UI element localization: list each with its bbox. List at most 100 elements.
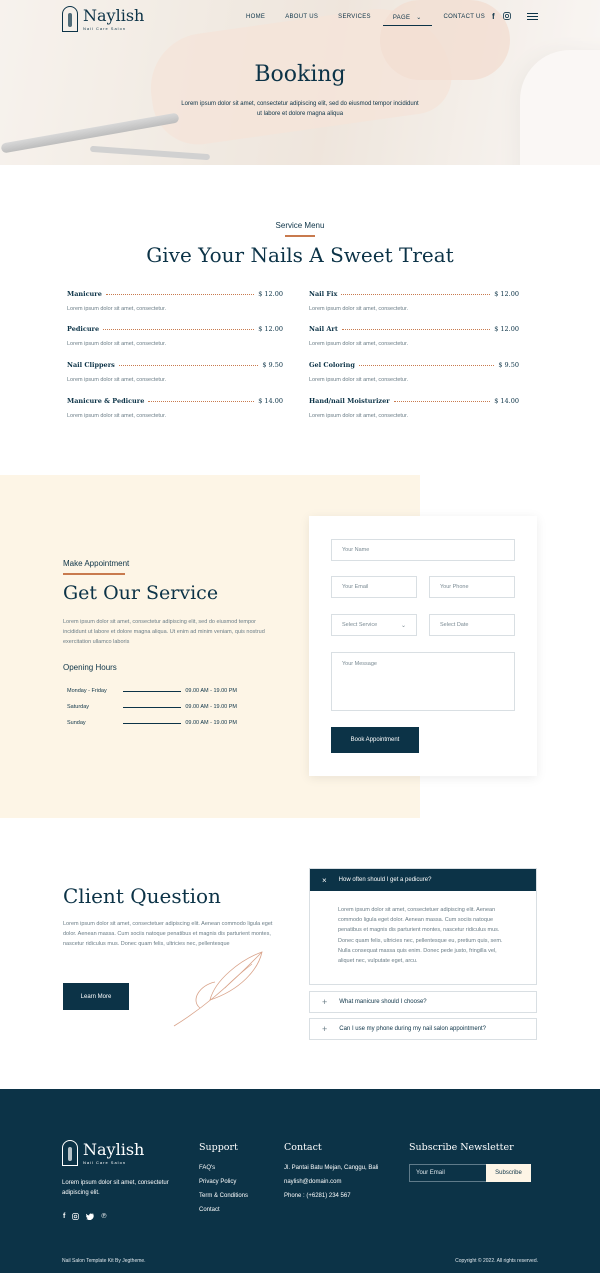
service-item-manicure-pedicure: Manicure & Pedicure $ 14.00 Lorem ipsum d… (67, 397, 283, 419)
nav-page-label: PAGE (392, 15, 411, 21)
footer-credit: Nail Salon Template Kit By Jegtheme. (62, 1258, 146, 1264)
nav-home[interactable]: HOME (246, 14, 265, 26)
service-select-value: Select Service (342, 622, 378, 628)
hours-time: 09.00 AM - 19.00 PM (185, 720, 237, 726)
phone-field[interactable]: Your Phone (429, 576, 515, 598)
service-item-nail-clippers: Nail Clippers $ 9.50 Lorem ipsum dolor si… (67, 361, 283, 383)
faq-title: Client Question (63, 884, 221, 908)
plus-icon: + (322, 1024, 328, 1034)
book-appointment-button[interactable]: Book Appointment (331, 727, 419, 753)
service-price: $ 12.00 (494, 325, 519, 333)
service-price: $ 12.00 (258, 290, 283, 298)
footer-brand-tagline: Nail Care Salon (83, 1159, 127, 1165)
footer-link-contact[interactable]: Contact (199, 1207, 220, 1213)
service-price: $ 14.00 (494, 397, 519, 405)
newsletter-email-input[interactable]: Your Email (409, 1164, 487, 1182)
footer-link-terms[interactable]: Term & Conditions (199, 1193, 248, 1199)
pinterest-icon[interactable]: ℗ (101, 1213, 106, 1222)
faq-item[interactable]: + What manicure should I choose? (309, 991, 537, 1013)
contact-address: Jl. Pantai Batu Mejan, Canggu, Bali (284, 1165, 379, 1171)
footer-social: f ℗ (63, 1213, 107, 1222)
booking-form: Your Name Your Email Your Phone Select S… (309, 516, 537, 776)
service-desc: Lorem ipsum dolor sit amet, consectetur. (67, 341, 167, 347)
newsletter-title: Subscribe Newsletter (409, 1142, 514, 1153)
date-field[interactable]: Select Date (429, 614, 515, 636)
eyebrow-underline (63, 573, 125, 575)
service-desc: Lorem ipsum dolor sit amet, consectetur. (67, 413, 167, 419)
contact-phone[interactable]: Phone : (+6281) 234 567 (284, 1193, 351, 1199)
subscribe-button[interactable]: Subscribe (486, 1164, 531, 1182)
page-title: Booking (254, 62, 346, 87)
nav-services[interactable]: SERVICES (338, 14, 371, 26)
hamburger-menu-icon[interactable] (527, 13, 538, 22)
service-item-manicure: Manicure $ 12.00 Lorem ipsum dolor sit am… (67, 290, 283, 312)
nav-contact-us[interactable]: CONTACT US (444, 14, 485, 26)
name-field[interactable]: Your Name (331, 539, 515, 561)
footer-link-faqs[interactable]: FAQ's (199, 1165, 215, 1171)
footer-link-privacy-policy[interactable]: Privacy Policy (199, 1179, 236, 1185)
footer-brand-name: Naylish (83, 1139, 145, 1159)
hours-row: Saturday 09.00 AM - 19.00 PM (67, 704, 237, 710)
service-name: Nail Fix (309, 290, 338, 298)
faq-question-header[interactable]: × How often should I get a pedicure? (310, 869, 536, 891)
service-price: $ 9.50 (498, 361, 519, 369)
service-desc: Lorem ipsum dolor sit amet, consectetur. (67, 306, 167, 312)
faq-answer: Lorem ipsum dolor sit amet, consectetuer… (338, 907, 503, 965)
hours-row: Sunday 09.00 AM - 19.00 PM (67, 720, 237, 726)
service-price: $ 12.00 (258, 325, 283, 333)
faq-item-open: × How often should I get a pedicure? Lor… (309, 868, 537, 985)
chevron-down-icon: ⌄ (400, 622, 406, 629)
service-name: Nail Art (309, 325, 338, 333)
service-name: Hand/nail Moisturizer (309, 397, 390, 405)
hero-banner: Naylish Nail Care Salon HOME ABOUT US SE… (0, 0, 600, 165)
close-icon: × (322, 875, 327, 885)
facebook-icon[interactable]: f (63, 1213, 65, 1222)
email-field[interactable]: Your Email (331, 576, 417, 598)
faq-item[interactable]: + Can I use my phone during my nail salo… (309, 1018, 537, 1040)
service-name: Nail Clippers (67, 361, 115, 369)
appointment-title: Get Our Service (63, 582, 219, 604)
logo-icon (62, 1140, 78, 1166)
service-desc: Lorem ipsum dolor sit amet, consectetur. (309, 341, 409, 347)
service-select[interactable]: Select Service ⌄ (331, 614, 417, 636)
service-item-nail-art: Nail Art $ 12.00 Lorem ipsum dolor sit am… (309, 325, 519, 347)
logo-icon (62, 6, 78, 32)
learn-more-button[interactable]: Learn More (63, 983, 129, 1010)
instagram-icon[interactable] (72, 1213, 80, 1222)
facebook-icon[interactable]: f (492, 12, 495, 22)
service-desc: Lorem ipsum dolor sit amet, consectetur. (309, 413, 409, 419)
contact-title: Contact (284, 1142, 322, 1153)
service-item-hand-nail-moisturizer: Hand/nail Moisturizer $ 14.00 Lorem ipsum… (309, 397, 519, 419)
hours-row: Monday - Friday 09.00 AM - 19.00 PM (67, 688, 237, 694)
support-title: Support (199, 1142, 238, 1153)
message-field[interactable]: Your Message (331, 652, 515, 711)
service-name: Pedicure (67, 325, 100, 333)
nav-about-us[interactable]: ABOUT US (285, 14, 318, 26)
twitter-icon[interactable] (86, 1213, 95, 1222)
faq-question: How often should I get a pedicure? (338, 877, 432, 883)
faq-question: What manicure should I choose? (339, 999, 427, 1005)
hours-day: Monday - Friday (67, 688, 107, 694)
hero-text: Lorem ipsum dolor sit amet, consectetur … (181, 101, 419, 117)
brand-logo[interactable]: Naylish Nail Care Salon (62, 6, 144, 32)
footer-logo[interactable]: Naylish Nail Care Salon (62, 1140, 144, 1166)
service-name: Manicure (67, 290, 102, 298)
service-title: Give Your Nails A Sweet Treat (146, 243, 454, 267)
service-eyebrow: Service Menu (275, 221, 325, 230)
site-footer: Naylish Nail Care Salon Lorem ipsum dolo… (0, 1089, 600, 1273)
service-name: Gel Coloring (309, 361, 355, 369)
plus-icon: + (322, 997, 328, 1007)
nav-page[interactable]: PAGE ⌄ (382, 14, 432, 26)
hours-time: 09.00 AM - 19.00 PM (185, 688, 237, 694)
service-item-nail-fix: Nail Fix $ 12.00 Lorem ipsum dolor sit am… (309, 290, 519, 312)
instagram-icon[interactable] (502, 12, 511, 22)
service-price: $ 14.00 (258, 397, 283, 405)
service-price: $ 9.50 (262, 361, 283, 369)
faq-text: Lorem ipsum dolor sit amet, consectetuer… (63, 921, 273, 947)
appointment-eyebrow: Make Appointment (63, 559, 130, 568)
service-name: Manicure & Pedicure (67, 397, 145, 405)
contact-email[interactable]: naylish@domain.com (284, 1179, 341, 1185)
service-desc: Lorem ipsum dolor sit amet, consectetur. (67, 377, 167, 383)
service-desc: Lorem ipsum dolor sit amet, consectetur. (309, 306, 409, 312)
faq-question: Can I use my phone during my nail salon … (339, 1026, 487, 1032)
